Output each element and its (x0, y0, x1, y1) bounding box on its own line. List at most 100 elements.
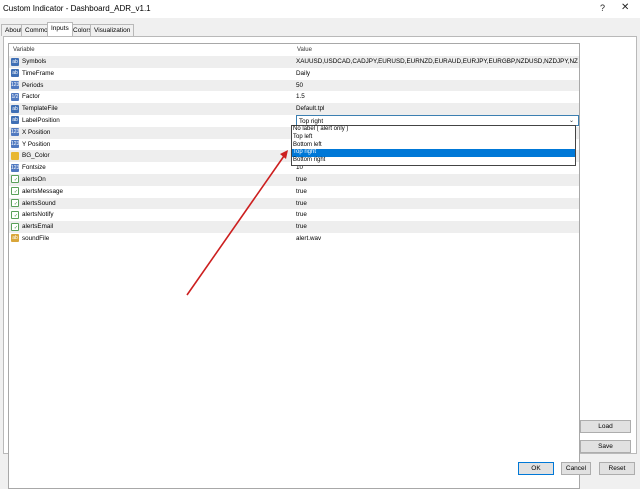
bool-icon: ✓ (11, 187, 19, 196)
row-label: Fontsize (22, 164, 46, 172)
header-value: Value (297, 47, 312, 53)
dropdown-option-no-label[interactable]: No label ( alert only ) (292, 126, 575, 134)
row-label: Factor (22, 93, 40, 101)
list-icon-glyph: ab (12, 117, 18, 124)
number-icon: 1/2 (11, 92, 19, 101)
row-name-cell: ✓ alertsMessage (11, 187, 293, 197)
input-row-alertsnotify[interactable]: ✓ alertsNotify true (9, 209, 579, 221)
list-icon: ab (11, 69, 19, 78)
reset-button[interactable]: Reset (599, 462, 635, 475)
row-label: soundFile (22, 234, 50, 242)
custom-indicator-dialog: Custom Indicator - Dashboard_ADR_v1.1 ? … (0, 0, 640, 489)
input-row-alertsmessage[interactable]: ✓ alertsMessage true (9, 186, 579, 198)
row-value[interactable]: XAUUSD,USDCAD,CADJPY,EURUSD,EURNZD,EURAU… (296, 58, 578, 68)
row-label: TimeFrame (22, 69, 54, 77)
number-icon-glyph: 1/2 (11, 93, 19, 100)
row-value[interactable]: true (296, 176, 578, 186)
row-name-cell: ✓ alertsOn (11, 175, 293, 185)
input-row-alertson[interactable]: ✓ alertsOn true (9, 173, 579, 186)
row-label: Symbols (22, 58, 47, 65)
bool-icon: ✓ (11, 175, 19, 184)
row-value[interactable]: Daily (296, 70, 578, 80)
number-icon-glyph: 123 (11, 82, 20, 89)
row-value[interactable]: Default.tpl (296, 105, 578, 115)
inputs-panel: Variable Value ab Symbols XAUUSD,USDCAD,… (3, 36, 637, 489)
row-value[interactable]: true (296, 200, 578, 210)
input-row-timeframe[interactable]: ab TimeFrame Daily (9, 68, 579, 80)
title-bar: Custom Indicator - Dashboard_ADR_v1.1 ? … (0, 0, 640, 18)
input-row-soundfile[interactable]: ab soundFile alert.wav (9, 233, 579, 245)
window-title: Custom Indicator - Dashboard_ADR_v1.1 (3, 4, 151, 13)
number-icon: 123 (11, 81, 20, 90)
input-row-symbols[interactable]: ab Symbols XAUUSD,USDCAD,CADJPY,EURUSD,E… (9, 56, 579, 68)
row-value[interactable]: true (296, 188, 578, 198)
cancel-button[interactable]: Cancel (561, 462, 591, 475)
number-icon: 123 (11, 163, 20, 172)
row-label: X Position (22, 128, 51, 136)
row-value[interactable]: true (296, 223, 578, 233)
bool-icon-glyph: ✓ (13, 212, 19, 219)
list-icon-glyph: ab (12, 105, 18, 112)
input-row-alertsemail[interactable]: ✓ alertsEmail true (9, 221, 579, 233)
row-value[interactable]: alert.wav (296, 235, 578, 245)
number-icon: 123 (11, 140, 19, 149)
dropdown-option-top-left[interactable]: Top left (292, 134, 575, 142)
label-position-dropdown: No label ( alert only ) Top left Bottom … (291, 125, 576, 166)
close-icon[interactable]: ✕ (621, 2, 629, 13)
row-value[interactable]: 1.5 (296, 93, 578, 103)
ok-button[interactable]: OK (518, 462, 554, 475)
tab-visualization[interactable]: Visualization (90, 24, 135, 36)
file-icon-glyph: ab (12, 235, 18, 242)
row-name-cell: ab Symbols (11, 57, 293, 67)
list-icon-glyph: ab (12, 70, 18, 77)
input-row-templatefile[interactable]: ab TemplateFile Default.tpl (9, 103, 579, 115)
row-name-cell: ab soundFile (11, 234, 293, 244)
input-row-periods[interactable]: 123 Periods 50 (9, 79, 579, 92)
row-label: alertsMessage (22, 187, 63, 195)
bool-icon: ✓ (11, 210, 19, 219)
row-name-cell: ✓ alertsSound (11, 199, 293, 209)
number-icon-glyph: 123 (11, 164, 20, 171)
list-icon: ab (11, 116, 19, 125)
file-icon: ab (11, 234, 19, 243)
bool-icon-glyph: ✓ (13, 189, 19, 196)
row-name-cell: 123 Periods (11, 81, 293, 91)
row-name-cell: ab TimeFrame (11, 69, 293, 79)
row-name-cell: ab TemplateFile (11, 104, 293, 114)
list-icon-glyph: ab (12, 58, 18, 65)
row-label: alertsOn (22, 175, 46, 183)
row-value[interactable]: true (296, 211, 578, 221)
dropdown-option-top-right[interactable]: Top right (292, 149, 575, 158)
row-name-cell: BG_Color (11, 151, 293, 161)
tab-inputs[interactable]: Inputs (47, 22, 73, 36)
bool-icon-glyph: ✓ (13, 224, 19, 231)
dropdown-option-bottom-right[interactable]: Bottom right (292, 157, 575, 165)
input-row-factor[interactable]: 1/2 Factor 1.5 (9, 91, 579, 103)
number-icon-glyph: 123 (11, 129, 20, 136)
input-row-alertssound[interactable]: ✓ alertsSound true (9, 197, 579, 210)
chevron-down-icon[interactable]: ⌄ (569, 117, 574, 124)
row-name-cell: 123 Y Position (11, 140, 293, 150)
row-label: Periods (22, 81, 44, 89)
row-label: TemplateFile (22, 105, 58, 113)
load-button[interactable]: Load (580, 420, 631, 433)
bool-icon-glyph: ✓ (13, 177, 19, 184)
row-name-cell: ✓ alertsEmail (11, 222, 293, 232)
row-label: alertsNotify (22, 211, 54, 219)
bool-icon-glyph: ✓ (13, 201, 19, 208)
list-icon: ab (11, 104, 19, 113)
list-icon: ab (11, 57, 19, 66)
color-icon (11, 151, 19, 160)
header-variable: Variable (13, 47, 35, 53)
row-label: alertsEmail (22, 223, 54, 231)
bool-icon: ✓ (11, 222, 19, 231)
help-icon[interactable]: ? (600, 3, 605, 13)
save-button[interactable]: Save (580, 440, 631, 453)
row-name-cell: 1/2 Factor (11, 92, 293, 102)
row-name-cell: ab LabelPosition (11, 116, 293, 126)
row-name-cell: 123 Fontsize (11, 163, 293, 173)
dropdown-option-bottom-left[interactable]: Bottom left (292, 142, 575, 150)
row-value[interactable]: 50 (296, 82, 578, 92)
row-label: Y Position (22, 140, 51, 148)
row-name-cell: 123 X Position (11, 128, 293, 138)
